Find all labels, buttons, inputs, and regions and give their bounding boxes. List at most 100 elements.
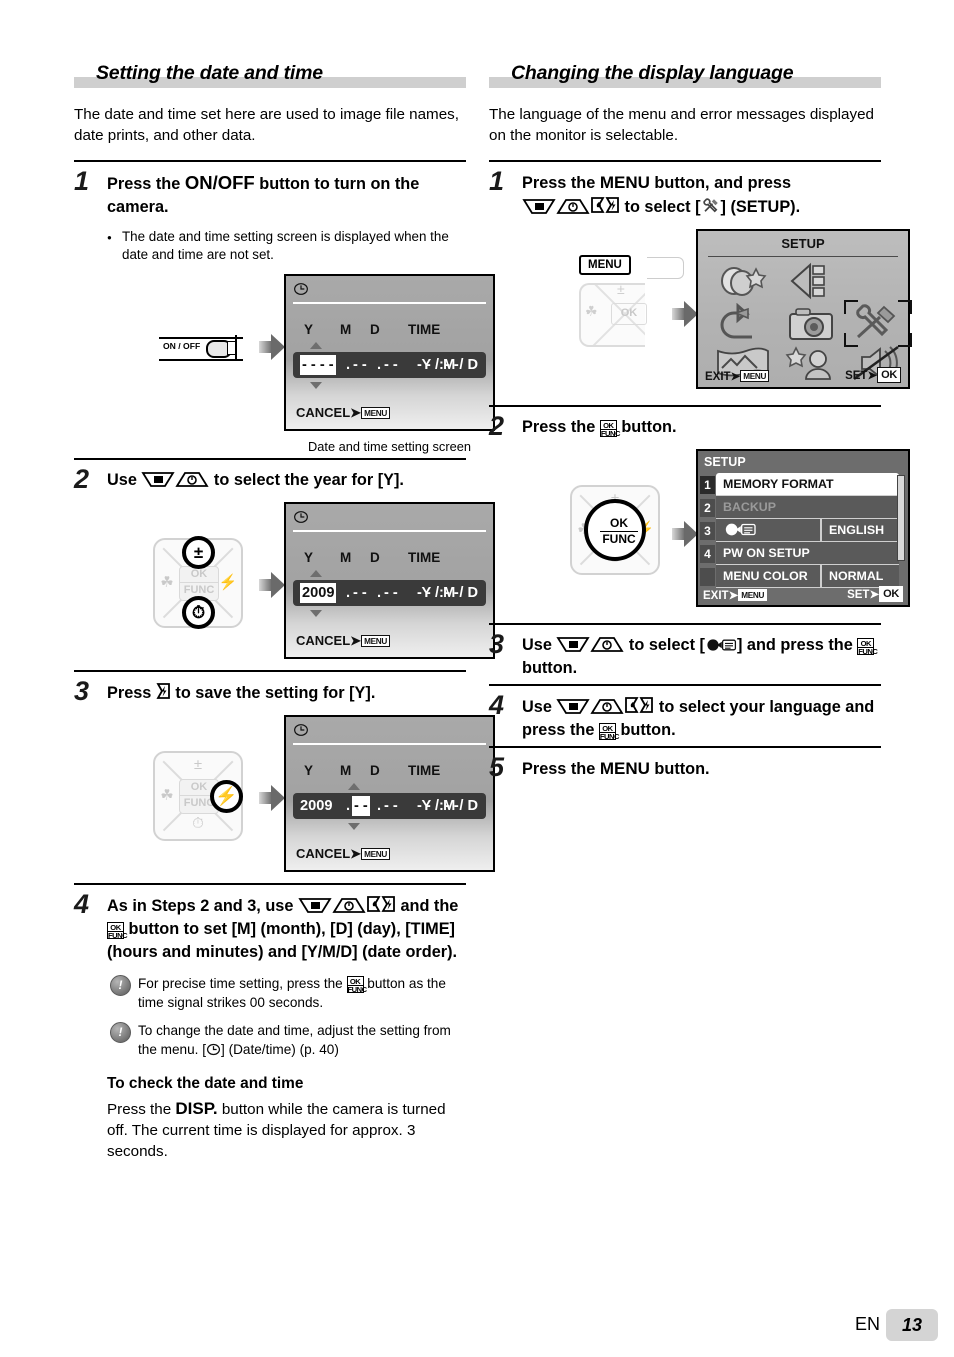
row-index: 1 [700,476,715,494]
step-number: 4 [74,889,90,919]
figure-right-step-1: MENU ± ☘ OK SETUP EXIT➤ MENU SET➤ OK [522,229,912,397]
set-hint: SET➤ OK [847,586,903,602]
step-text-c: button to set [M] (month), [D] (day), [T… [107,920,458,961]
screen-title: SETUP [781,236,825,251]
step-text-b: to save the setting for [Y]. [170,684,376,702]
up-triangle-icon [348,783,360,790]
step-text-b: to select the year for [Y]. [209,471,404,489]
menu-key-chip: MENU [361,635,390,647]
menu-button-label: MENU [599,759,650,778]
ok-func-key-icon: OK FUNC [857,638,878,656]
down-triangle-icon [310,610,322,617]
step-heading: Press the ON/OFF button to turn on the c… [107,171,466,219]
step-2: 2 Press the OKFUNC button. ± ⏱ ☘ ⚡ OK FU… [489,407,910,623]
lcd-column-headers: Y M D TIME [304,763,440,778]
month-field: - - [353,357,367,373]
step-text-b: to select [ [624,636,705,654]
step-4: 4 As in Steps 2 and 3, use and the OK FUN… [74,885,466,1166]
on-off-switch-art: ON / OFF [159,332,243,362]
flash-key-highlight[interactable]: ⚡ [210,780,243,813]
self-timer-up-key-icon [556,199,590,214]
exposure-comp-key-highlight[interactable]: ± [182,536,215,569]
self-timer-up-key-icon [590,699,625,714]
page-footer: EN 13 [0,1309,954,1343]
manual-page: Setting the date and time The date and t… [0,0,954,1357]
row-value: ENGLISH [820,519,884,541]
step-2: 2 Use to select the year for [Y]. OK FUNC… [74,460,495,670]
step-heading: Use to select [] and press the OK FUNC bu… [522,634,881,680]
set-label: SET [845,370,868,382]
flash-right-key-icon [639,697,654,713]
down-triangle-icon [348,823,360,830]
lcd-column-headers: Y M D TIME [304,322,440,337]
date-order-field: Y / M / D [421,357,479,373]
title-separator [708,256,898,257]
menu-key-chip: MENU [361,407,390,419]
step-text-b: button. [616,418,677,436]
row-content: MEMORY FORMAT [716,473,899,496]
step-text-a: Press the [522,174,600,192]
up-triangle-icon [310,570,322,577]
flow-arrow-icon [259,572,285,598]
table-row[interactable]: 1 MEMORY FORMAT [698,473,908,496]
step-heading: As in Steps 2 and 3, use and the OK FUNC … [107,894,466,964]
selection-bracket [844,300,912,347]
step-number: 2 [489,411,505,441]
menu-button[interactable]: MENU [579,255,631,275]
step-1: 1 Press the MENU button, and press to se… [489,162,912,405]
step-text-a: Press the [522,418,600,436]
table-row[interactable]: 2 BACKUP [698,496,908,519]
ok-key-chip: OK [879,586,903,602]
exposure-comp-down-key-icon [141,472,176,487]
flash-icon: ⚡ [218,574,238,591]
ok-label: OK [180,567,218,583]
step-text-a: Press [107,684,156,702]
lcd-separator [293,302,486,304]
lcd-cancel-hint: CANCEL➤ MENU [296,633,390,649]
lcd-cancel-hint: CANCEL➤ MENU [296,405,390,421]
clock-icon [294,283,308,295]
table-row[interactable]: 3 ENGLISH [698,519,908,542]
note-text-a: For precise time setting, press the [138,976,347,991]
step-text-b: button, and press [649,174,792,192]
row-index: 2 [700,499,715,517]
playback-slideshow-icon[interactable] [780,261,842,301]
set-hint: SET➤ OK [845,367,901,383]
step-text-c: button. [615,721,676,739]
day-field: - - [384,585,398,601]
lcd-separator [293,743,486,745]
flow-arrow-icon [672,301,698,327]
exposure-comp-down-key-icon [298,898,332,913]
rotate-icon[interactable] [712,302,774,343]
table-row[interactable]: MENU COLOR NORMAL [698,565,908,588]
header-y: Y [304,550,314,565]
exclamation-icon: ! [110,975,131,996]
magic-filter-icon[interactable] [712,261,774,301]
scrollbar[interactable] [897,475,905,561]
self-timer-up-key-icon [590,637,625,652]
year-field: 2009 [300,583,337,603]
flash-right-key-icon [605,197,619,213]
step-text-b: button. [649,760,710,778]
language-icon [707,639,736,651]
menu-button-label: MENU [599,173,650,192]
step-text-a: As in Steps 2 and 3, use [107,897,298,915]
row-label: PW ON SETUP [723,546,810,560]
dot-1: . [346,798,351,814]
dot-1: . [346,585,351,601]
section-header-date-time: Setting the date and time [74,60,466,90]
header-m: M [340,763,352,778]
bullet-item: The date and time setting screen is disp… [107,228,466,264]
beauty-icon[interactable] [780,343,842,383]
note-item: ! To change the date and time, adjust the… [107,1021,466,1059]
step-4: 4 Use to select your language and press … [489,686,881,746]
self-timer-key-highlight[interactable]: ⏱ [182,596,215,629]
exposure-comp-down-key-icon [522,199,556,214]
four-way-pad-art: OK FUNC ± ⏱ ☘ ⚡ [153,751,243,841]
camera-icon[interactable] [780,303,842,343]
step-text-c: ] and press the [736,636,858,654]
ok-func-key-highlight[interactable]: OK FUNC [584,499,646,561]
figure-step-2: OK FUNC ☘ ⚡ ± ⏱ Y M D TIME 2009 . - - . … [107,502,495,662]
table-row[interactable]: 4 PW ON SETUP [698,542,908,565]
row-index [700,568,715,586]
